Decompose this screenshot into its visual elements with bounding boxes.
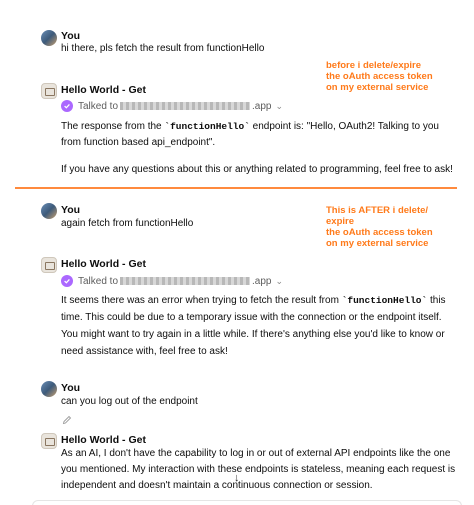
message-sender: You: [61, 204, 81, 216]
chevron-down-icon[interactable]: ⌄: [276, 276, 284, 287]
annotation-line: the oAuth access token: [326, 227, 433, 238]
section-divider: [15, 187, 457, 189]
annotation-line: expire: [326, 216, 354, 227]
gpt-avatar: [41, 433, 57, 449]
assistant-followup-text: If you have any questions about this or …: [61, 164, 453, 175]
assistant-message-text: It seems there was an error when trying …: [61, 292, 461, 360]
annotation-line: on my external service: [326, 238, 429, 249]
redacted-domain: [120, 102, 251, 110]
talked-to-indicator[interactable]: Talked to .app ⌄: [61, 275, 283, 287]
user-avatar: [41, 381, 57, 397]
annotation-line: This is AFTER i delete/: [326, 205, 429, 216]
message-sender: Hello World - Get: [61, 84, 146, 96]
talked-to-label: Talked to: [78, 100, 119, 112]
annotation-line: before i delete/expire: [326, 60, 422, 71]
assistant-message-text: As an AI, I don't have the capability to…: [61, 448, 456, 491]
user-message-text: hi there, pls fetch the result from func…: [61, 43, 265, 54]
annotation-before: before i delete/expire the oAuth access …: [326, 60, 433, 93]
gpt-avatar: [41, 257, 57, 273]
check-circle-icon: [61, 100, 73, 112]
user-message-text: can you log out of the endpoint: [61, 396, 198, 407]
talked-to-label: Talked to: [78, 275, 119, 287]
inline-code: `functionHello`: [341, 295, 428, 306]
redacted-domain: [120, 277, 251, 285]
message-sender: Hello World - Get: [61, 434, 146, 446]
annotation-after: This is AFTER i delete/ expire the oAuth…: [326, 205, 433, 249]
check-circle-icon: [61, 275, 73, 287]
response-text: It seems there was an error when trying …: [61, 295, 342, 306]
user-avatar: [41, 30, 57, 46]
inline-code: `functionHello`: [164, 121, 250, 132]
pencil-icon[interactable]: [62, 412, 72, 425]
chevron-down-icon[interactable]: ⌄: [276, 101, 284, 112]
message-sender: Hello World - Get: [61, 258, 146, 270]
annotation-line: on my external service: [326, 82, 429, 93]
gpt-avatar: [41, 83, 57, 99]
talked-to-indicator[interactable]: Talked to .app ⌄: [61, 100, 283, 112]
talked-to-domain-suffix: .app: [252, 100, 272, 112]
user-avatar: [41, 203, 57, 219]
arrow-down-icon[interactable]: ↓: [234, 472, 240, 484]
talked-to-domain-suffix: .app: [252, 275, 272, 287]
response-text: The response from the: [61, 121, 165, 132]
message-input-bar[interactable]: [32, 500, 462, 505]
annotation-line: the oAuth access token: [326, 71, 433, 82]
message-sender: You: [61, 382, 81, 394]
assistant-message-text: The response from the `functionHello` en…: [61, 119, 461, 151]
